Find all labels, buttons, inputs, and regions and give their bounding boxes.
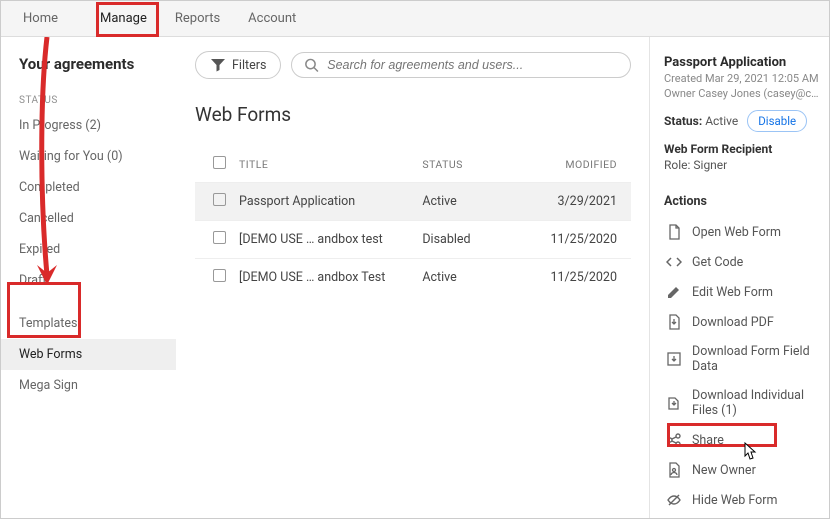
col-status[interactable]: STATUS <box>422 158 539 171</box>
table-row[interactable]: [DEMO USE … andbox test Disabled 11/25/2… <box>195 220 631 258</box>
search-box[interactable] <box>291 52 631 78</box>
table-row[interactable]: Passport Application Active 3/29/2021 <box>195 182 631 220</box>
content-area: Filters Web Forms TITLE STATUS MODIFIED … <box>177 37 649 518</box>
action-label: Download PDF <box>692 315 774 330</box>
actions-label: Actions <box>664 194 819 209</box>
group-mega-sign[interactable]: Mega Sign <box>1 370 176 401</box>
action-share[interactable]: Share <box>664 425 819 455</box>
row-title: [DEMO USE … andbox Test <box>239 270 422 285</box>
group-templates[interactable]: Templates <box>1 308 176 339</box>
action-download-pdf[interactable]: Download PDF <box>664 307 819 337</box>
detail-title: Passport Application <box>664 55 819 70</box>
new-owner-icon <box>666 462 682 478</box>
group-web-forms[interactable]: Web Forms <box>1 339 176 370</box>
disable-button[interactable]: Disable <box>747 110 807 132</box>
toolbar: Filters <box>195 51 631 79</box>
detail-panel: Passport Application Created Mar 29, 202… <box>649 37 829 518</box>
share-icon <box>666 432 682 448</box>
code-icon <box>666 254 682 270</box>
table-row[interactable]: [DEMO USE … andbox Test Active 11/25/202… <box>195 258 631 296</box>
sidebar: Your agreements STATUS In Progress (2) W… <box>1 37 177 518</box>
action-label: Open Web Form <box>692 225 781 240</box>
filter-icon <box>210 57 226 73</box>
action-label: Download Form Field Data <box>692 344 817 374</box>
status-waiting[interactable]: Waiting for You (0) <box>1 141 176 172</box>
action-edit-web-form[interactable]: Edit Web Form <box>664 277 819 307</box>
web-forms-table: TITLE STATUS MODIFIED Passport Applicati… <box>195 146 631 296</box>
row-checkbox[interactable] <box>213 193 226 206</box>
row-modified: 11/25/2020 <box>539 270 627 285</box>
nav-send[interactable]: Send <box>72 2 86 35</box>
pencil-icon <box>666 284 682 300</box>
download-data-icon <box>666 351 682 367</box>
action-label: Download Individual Files (1) <box>692 388 817 418</box>
status-completed[interactable]: Completed <box>1 172 176 203</box>
row-status: Active <box>422 194 539 209</box>
status-cancelled[interactable]: Cancelled <box>1 203 176 234</box>
action-label: Get Code <box>692 255 743 270</box>
action-label: Hide Web Form <box>692 493 778 508</box>
actions-list: Open Web Form Get Code Edit Web Form Downlo… <box>664 217 819 518</box>
col-modified[interactable]: MODIFIED <box>539 158 627 171</box>
nav-manage[interactable]: Manage <box>86 2 161 35</box>
col-title[interactable]: TITLE <box>239 158 422 171</box>
action-label: New Owner <box>692 463 756 478</box>
section-title: Web Forms <box>195 103 631 126</box>
sidebar-status-label: STATUS <box>1 91 176 110</box>
detail-created: Created Mar 29, 2021 12:05 AM <box>664 72 819 85</box>
detail-status: Status: Active Disable <box>664 114 819 128</box>
row-modified: 3/29/2021 <box>539 194 627 209</box>
download-icon <box>666 314 682 330</box>
action-hide-web-form[interactable]: Hide Web Form <box>664 485 819 515</box>
nav-home[interactable]: Home <box>9 2 72 35</box>
top-nav: Home Send Manage Reports Account <box>1 1 829 37</box>
recipient-label: Web Form Recipient <box>664 142 772 156</box>
row-modified: 11/25/2020 <box>539 232 627 247</box>
action-label: Share <box>692 433 724 448</box>
row-checkbox[interactable] <box>213 231 226 244</box>
recipient-role: Role: Signer <box>664 158 819 172</box>
search-input[interactable] <box>327 58 618 72</box>
action-download-individual-files[interactable]: Download Individual Files (1) <box>664 381 819 425</box>
download-files-icon <box>666 395 682 411</box>
recipient-block: Web Form Recipient Role: Signer <box>664 142 819 172</box>
nav-account[interactable]: Account <box>234 2 310 35</box>
status-value: Active <box>705 114 738 128</box>
page-title: Your agreements <box>1 55 176 91</box>
nav-reports[interactable]: Reports <box>161 2 234 35</box>
action-download-form-field-data[interactable]: Download Form Field Data <box>664 337 819 381</box>
hide-icon <box>666 492 682 508</box>
search-icon <box>304 57 319 73</box>
action-open-web-form[interactable]: Open Web Form <box>664 217 819 247</box>
row-status: Active <box>422 270 539 285</box>
action-label: Edit Web Form <box>692 285 773 300</box>
row-status: Disabled <box>422 232 539 247</box>
action-get-code[interactable]: Get Code <box>664 247 819 277</box>
main-layout: Your agreements STATUS In Progress (2) W… <box>1 37 829 518</box>
filters-label: Filters <box>232 58 266 73</box>
row-checkbox[interactable] <box>213 269 226 282</box>
table-header: TITLE STATUS MODIFIED <box>195 146 631 182</box>
action-new-owner[interactable]: New Owner <box>664 455 819 485</box>
filters-button[interactable]: Filters <box>195 51 281 79</box>
row-title: [DEMO USE … andbox test <box>239 232 422 247</box>
row-title: Passport Application <box>239 194 422 209</box>
status-label: Status: <box>664 114 702 128</box>
detail-owner: Owner Casey Jones (casey@caseyjones.d..) <box>664 87 819 100</box>
status-expired[interactable]: Expired <box>1 234 176 265</box>
doc-icon <box>666 224 682 240</box>
status-in-progress[interactable]: In Progress (2) <box>1 110 176 141</box>
status-draft[interactable]: Draft <box>1 265 176 296</box>
action-add-notes[interactable]: Add Notes <box>664 515 819 518</box>
select-all-checkbox[interactable] <box>213 156 226 169</box>
